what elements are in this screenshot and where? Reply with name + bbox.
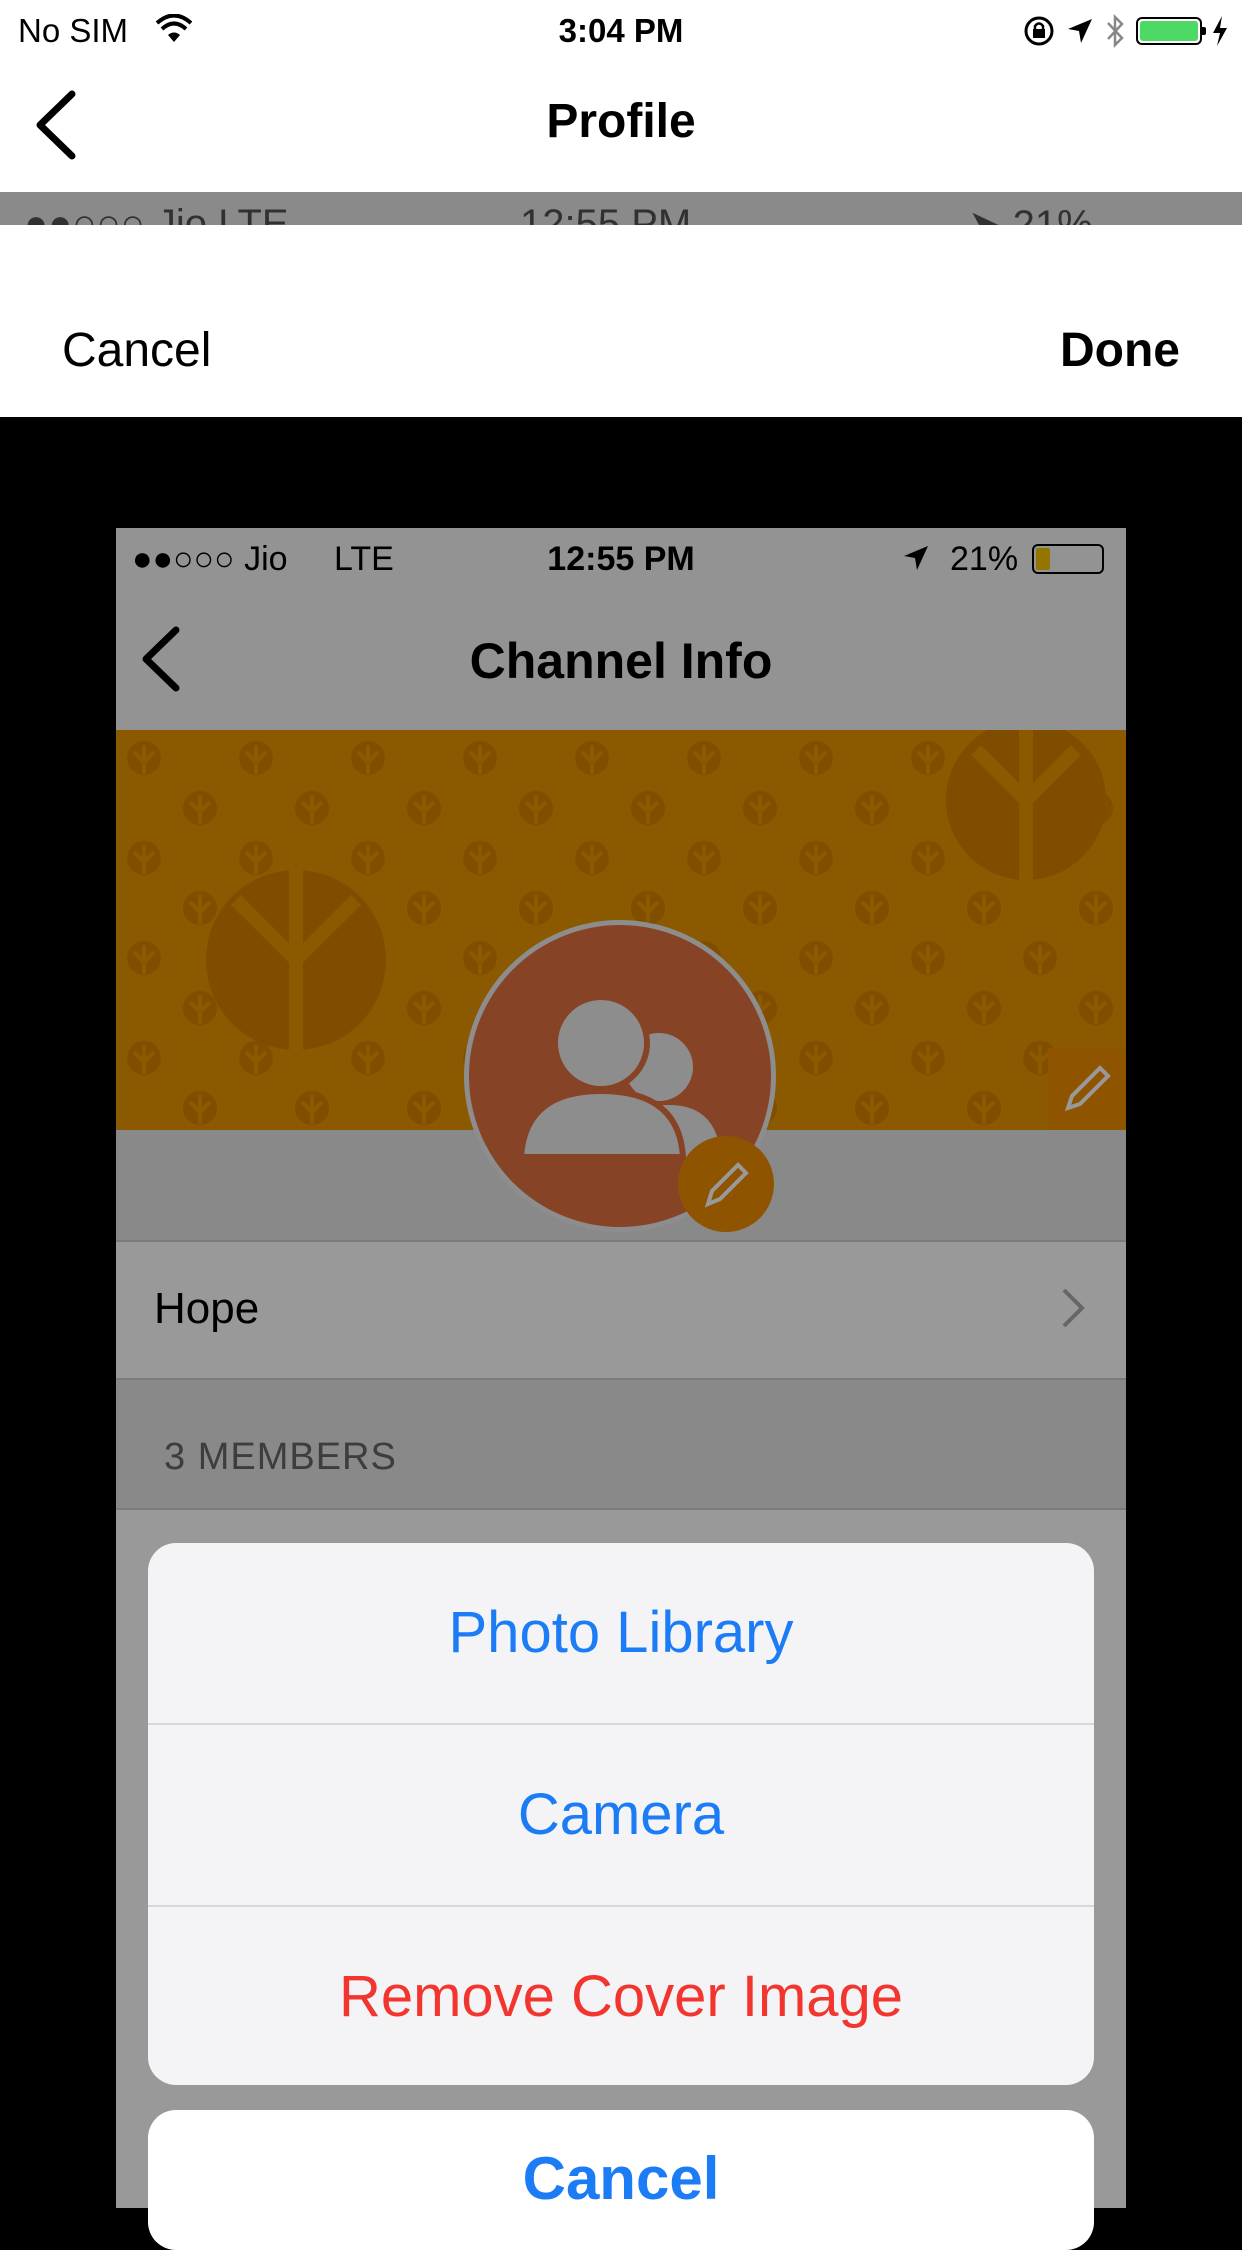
navigation-bar: Profile bbox=[0, 62, 1242, 192]
location-arrow-icon bbox=[1068, 19, 1092, 43]
action-sheet: Photo Library Camera Remove Cover Image bbox=[148, 1543, 1094, 2085]
camera-option[interactable]: Camera bbox=[148, 1725, 1094, 1905]
page-title: Profile bbox=[546, 95, 696, 148]
status-bar: No SIM 3:04 PM bbox=[0, 0, 1242, 62]
battery-icon bbox=[1136, 17, 1206, 45]
bluetooth-icon bbox=[1107, 14, 1124, 48]
action-sheet-cancel-label: Cancel bbox=[522, 2145, 720, 2212]
cancel-button[interactable]: Cancel bbox=[62, 323, 211, 378]
done-button[interactable]: Done bbox=[1060, 323, 1180, 378]
status-icons bbox=[1022, 12, 1228, 50]
action-sheet-cancel[interactable]: Cancel bbox=[148, 2110, 1094, 2250]
photo-library-option[interactable]: Photo Library bbox=[148, 1543, 1094, 1723]
image-editor-toolbar: Cancel Done bbox=[0, 225, 1242, 417]
remove-cover-image-option[interactable]: Remove Cover Image bbox=[148, 1907, 1094, 2085]
underlying-status-strip: ●●○○○ Jio LTE 12:55 PM ➤ 21% bbox=[0, 192, 1242, 225]
charging-bolt-icon bbox=[1213, 16, 1227, 46]
orientation-lock-icon bbox=[1024, 16, 1054, 46]
